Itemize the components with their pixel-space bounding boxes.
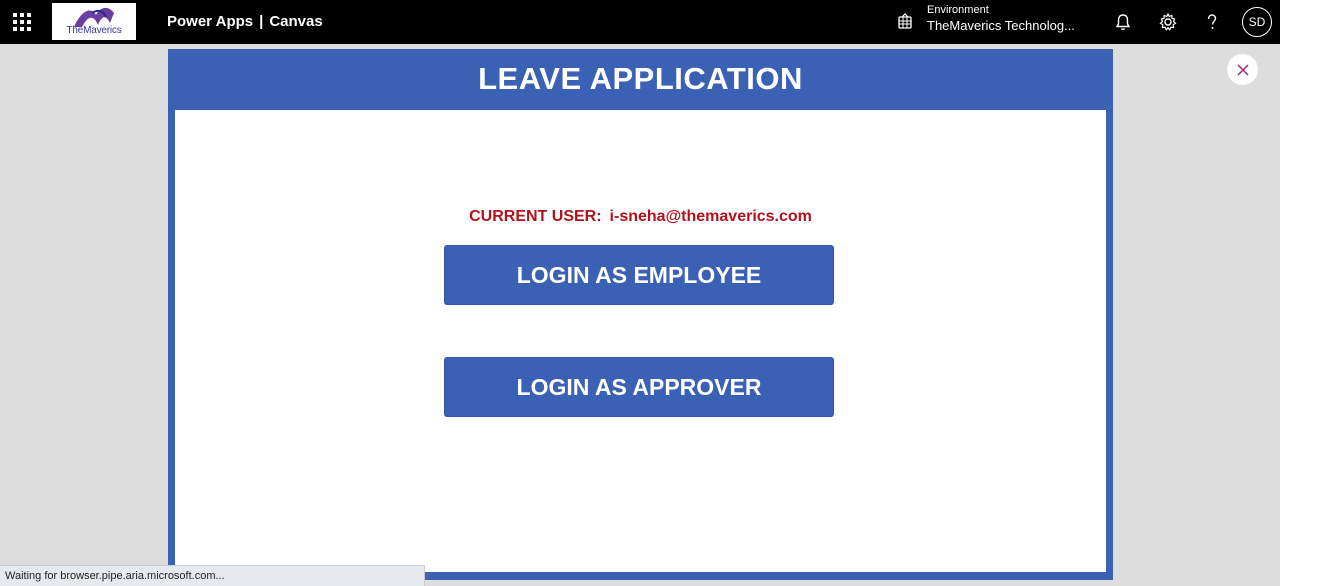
app-body: CURRENT USER: i-sneha@themaverics.com LOG… — [175, 110, 1106, 572]
page-title: LEAVE APPLICATION — [478, 61, 803, 96]
app-breadcrumb: Power Apps | Canvas — [167, 13, 323, 30]
environment-label: Environment — [927, 4, 989, 16]
current-user-email: i-sneha@themaverics.com — [609, 208, 812, 225]
login-as-approver-button[interactable]: LOGIN AS APPROVER — [444, 357, 834, 417]
logo-text: TheMaverics — [66, 25, 122, 36]
environment-icon[interactable] — [896, 13, 914, 31]
user-avatar[interactable]: SD — [1242, 7, 1272, 37]
close-icon — [1236, 63, 1249, 76]
help-icon[interactable] — [1202, 12, 1222, 32]
environment-name[interactable]: TheMaverics Technolog... — [927, 18, 1075, 33]
breadcrumb-separator: | — [259, 13, 264, 30]
gear-icon[interactable] — [1158, 12, 1178, 32]
current-user-label: CURRENT USER: — [469, 208, 602, 225]
browser-status-bar: Waiting for browser.pipe.aria.microsoft.… — [0, 565, 425, 586]
top-bar: TheMaverics Power Apps | Canvas Environmen… — [0, 0, 1280, 44]
leave-application-app: LEAVE APPLICATION CURRENT USER: i-sneha@t… — [168, 49, 1113, 580]
product-name[interactable]: Power Apps — [167, 13, 253, 30]
login-as-employee-button[interactable]: LOGIN AS EMPLOYEE — [444, 245, 834, 305]
bell-icon[interactable] — [1113, 12, 1133, 32]
company-logo[interactable]: TheMaverics — [52, 3, 136, 40]
waffle-icon[interactable] — [13, 13, 31, 31]
current-user-text: CURRENT USER: i-sneha@themaverics.com — [175, 208, 1106, 226]
close-button[interactable] — [1227, 54, 1258, 85]
section-name: Canvas — [269, 13, 323, 30]
